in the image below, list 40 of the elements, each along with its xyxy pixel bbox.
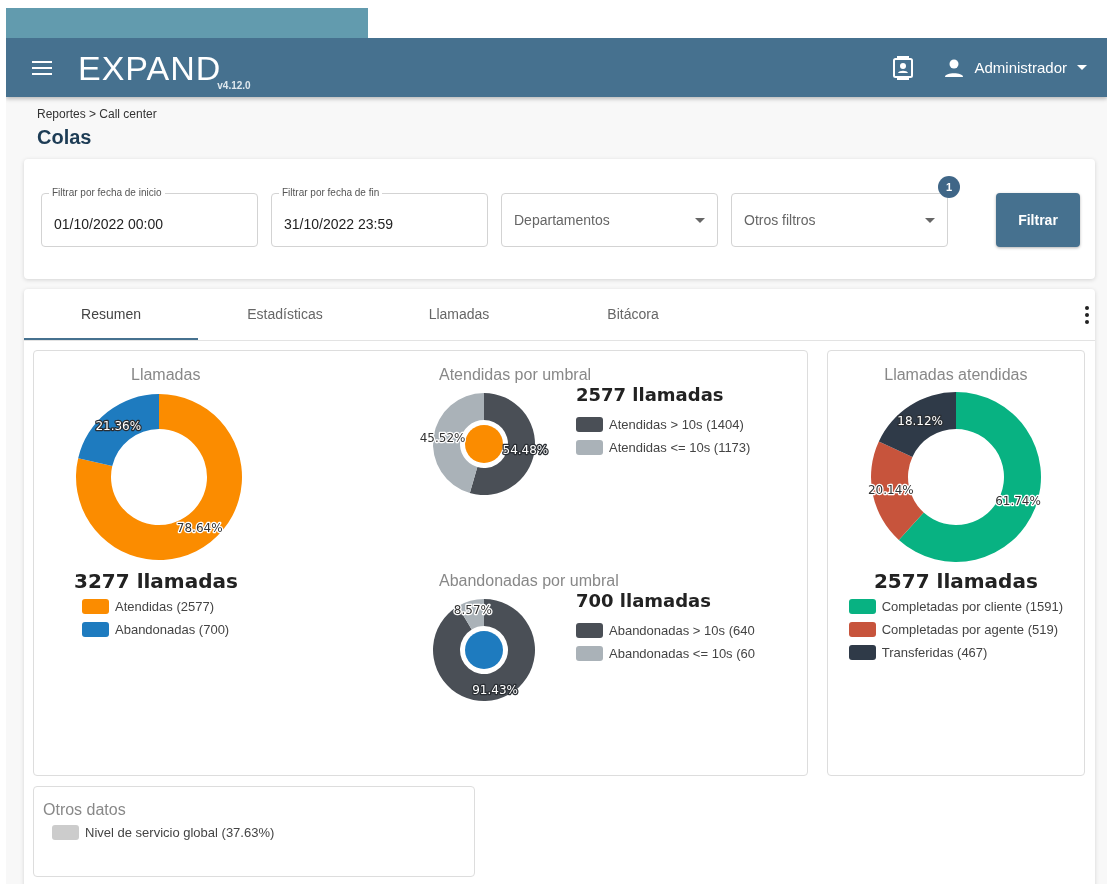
chart-title: Atendidas por umbral <box>439 366 593 384</box>
legend-label: Abandonadas > 10s (640 <box>609 623 755 638</box>
caret-icon <box>925 217 935 223</box>
tab[interactable]: Estadísticas <box>198 289 372 340</box>
person-icon <box>944 57 965 78</box>
legend-label: Atendidas (2577) <box>115 599 214 614</box>
more-options-icon[interactable] <box>1085 305 1089 324</box>
legend-label: Abandonadas (700) <box>115 622 230 637</box>
slice-label: 18.12% <box>897 414 943 428</box>
chart-title: Abandonadas por umbral <box>439 572 620 590</box>
total-count: 2577 llamadas <box>576 384 725 405</box>
slice-label: 78.64% <box>176 521 223 536</box>
version-label: v4.12.0 <box>217 79 251 91</box>
page-title: Colas <box>37 126 93 149</box>
slice-label: 91.43% <box>472 683 518 698</box>
breadcrumb: Reportes > Call center <box>37 107 158 121</box>
legend-label: Atendidas <= 10s (1173) <box>609 440 751 455</box>
chart-title: Llamadas <box>131 366 201 384</box>
user-menu[interactable]: Administrador <box>944 57 1087 78</box>
contact-card-icon[interactable] <box>892 55 915 80</box>
total-count: 3277 llamadas <box>74 569 238 593</box>
legend-label: Atendidas > 10s (1404) <box>609 417 744 432</box>
tab[interactable]: Resumen <box>24 289 198 340</box>
total-count: 700 llamadas <box>576 590 712 611</box>
slice-label: 21.36% <box>95 418 142 433</box>
legend-label: Completadas por cliente (1591) <box>881 599 1064 614</box>
legend-label: Transferidas (467) <box>881 645 988 660</box>
legend-label: Completadas por agente (519) <box>881 622 1058 637</box>
filter-button[interactable]: Filtrar <box>996 193 1080 247</box>
chart-title: Llamadas atendidas <box>884 366 1028 384</box>
menu-icon[interactable] <box>32 59 52 76</box>
card-title: Otros datos <box>43 801 127 819</box>
count-badge: 1 <box>938 176 960 198</box>
caret-icon <box>1077 64 1087 71</box>
tab[interactable]: Bitácora <box>546 289 720 340</box>
legend-label: Abandonadas <= 10s (60 <box>609 646 755 661</box>
total-count: 2577 llamadas <box>873 569 1038 593</box>
caret-icon <box>695 217 705 223</box>
tab[interactable]: Llamadas <box>372 289 546 340</box>
legend-label: Nivel de servicio global (37.63%) <box>85 825 275 840</box>
